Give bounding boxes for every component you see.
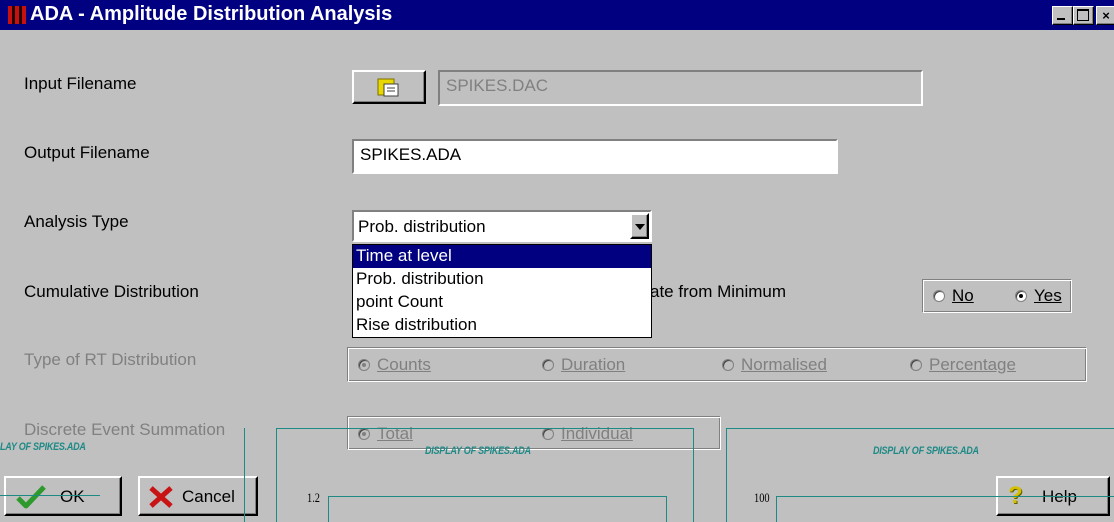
- window-title: ADA - Amplitude Distribution Analysis: [30, 3, 393, 25]
- browse-input-button[interactable]: [352, 70, 426, 104]
- discrete-summation-label: Discrete Event Summation: [24, 420, 226, 439]
- analysis-type-dropdown-list: Time at level Prob. distribution point C…: [352, 244, 652, 338]
- overlay-frame-line: [693, 428, 694, 522]
- rt-counts-radio[interactable]: [358, 359, 370, 371]
- analysis-type-label: Analysis Type: [24, 212, 129, 231]
- overlay-frame-line: [276, 428, 694, 429]
- chevron-down-icon: [635, 224, 645, 230]
- analysis-type-select[interactable]: Prob. distribution: [352, 210, 652, 242]
- discrete-total-label: Total: [377, 424, 413, 443]
- overlay-tick-label: 1.2: [307, 490, 320, 505]
- overlay-axis-line: [328, 496, 329, 522]
- help-button-label: Help: [1042, 487, 1077, 506]
- cancel-button[interactable]: Cancel: [138, 476, 258, 516]
- checkmark-icon: [16, 485, 46, 509]
- overlay-axis-line: [328, 496, 667, 497]
- overlay-frame-line: [276, 428, 277, 522]
- ok-button[interactable]: OK: [4, 476, 122, 516]
- overlay-tick-label: 100: [754, 490, 770, 505]
- rt-percentage-radio[interactable]: [910, 359, 922, 371]
- cancel-x-icon: [149, 486, 173, 508]
- minimize-button[interactable]: [1052, 6, 1073, 25]
- analysis-type-value: Prob. distribution: [358, 217, 486, 236]
- title-bar: ADA - Amplitude Distribution Analysis ×: [0, 0, 1114, 30]
- overlay-axis-line: [776, 496, 1114, 497]
- maximize-icon: [1077, 9, 1089, 21]
- dropdown-option-prob-distribution[interactable]: Prob. distribution: [353, 268, 651, 291]
- rt-distribution-radio-group: Counts Duration Normalised Percentage: [347, 347, 1087, 382]
- output-filename-field[interactable]: SPIKES.ADA: [352, 139, 838, 174]
- cumulative-no-radio[interactable]: [933, 290, 945, 302]
- minimize-icon: [1057, 18, 1065, 20]
- overlay-frame-line: [726, 428, 1114, 429]
- overlay-frame-line: [726, 428, 727, 522]
- ok-button-label: OK: [60, 487, 85, 506]
- rt-percentage-label: Percentage: [929, 355, 1016, 374]
- input-filename-label: Input Filename: [24, 74, 137, 93]
- maximize-button[interactable]: [1073, 6, 1094, 25]
- dropdown-option-point-count[interactable]: point Count: [353, 291, 651, 314]
- analysis-type-dropdown-button[interactable]: [630, 213, 649, 239]
- dropdown-option-rise-distribution[interactable]: Rise distribution: [353, 314, 651, 337]
- calculate-from-minimum-label: ate from Minimum: [650, 282, 787, 301]
- cumulative-no-label: No: [952, 286, 974, 305]
- overlay-frame-line: [0, 495, 100, 496]
- overlay-axis-line: [666, 496, 667, 522]
- close-icon: ×: [1102, 8, 1110, 23]
- discrete-radio-group: Total Individual: [347, 416, 721, 450]
- output-filename-label: Output Filename: [24, 143, 150, 162]
- rt-normalised-radio[interactable]: [722, 359, 734, 371]
- rt-normalised-label: Normalised: [741, 355, 827, 374]
- overlay-title-right: DISPLAY OF SPIKES.ADA: [873, 445, 979, 457]
- rt-distribution-label: Type of RT Distribution: [24, 350, 197, 369]
- rt-duration-label: Duration: [561, 355, 626, 374]
- overlay-title-middle: DISPLAY OF SPIKES.ADA: [425, 445, 531, 457]
- folder-document-icon: [377, 78, 399, 97]
- discrete-individual-radio[interactable]: [542, 428, 554, 440]
- overlay-title-fragment: LAY OF SPIKES.ADA: [0, 441, 86, 453]
- cumulative-radio-group: No Yes: [922, 279, 1072, 313]
- overlay-frame-line: [244, 428, 245, 522]
- rt-duration-radio[interactable]: [542, 359, 554, 371]
- close-button[interactable]: ×: [1096, 6, 1114, 25]
- rt-counts-label: Counts: [377, 355, 431, 374]
- cumulative-yes-radio[interactable]: [1015, 290, 1027, 302]
- input-filename-field[interactable]: SPIKES.DAC: [438, 70, 923, 106]
- app-icon[interactable]: [8, 6, 26, 24]
- overlay-axis-line: [776, 496, 777, 522]
- cumulative-yes-label: Yes: [1034, 286, 1062, 305]
- discrete-total-radio[interactable]: [358, 428, 370, 440]
- dropdown-option-time-at-level[interactable]: Time at level: [353, 245, 651, 268]
- cancel-button-label: Cancel: [182, 487, 235, 506]
- discrete-individual-label: Individual: [561, 424, 633, 443]
- cumulative-distribution-label: Cumulative Distribution: [24, 282, 199, 301]
